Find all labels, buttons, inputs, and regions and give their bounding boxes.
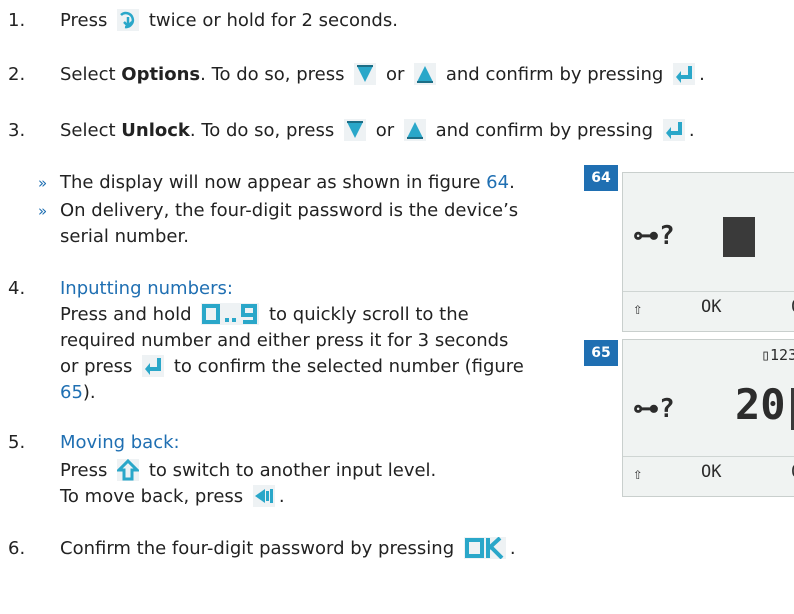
step-text: ). xyxy=(82,382,96,403)
step-text: To move back, press xyxy=(60,486,244,507)
step-text: Press xyxy=(60,460,108,481)
ok-key-icon xyxy=(463,536,506,560)
separator xyxy=(623,291,794,292)
key-password-symbol: ⊶? xyxy=(633,221,675,251)
step-number: 5. xyxy=(8,432,26,453)
step-text: to switch to another input level. xyxy=(148,460,437,481)
figure-link[interactable]: 65 xyxy=(60,382,83,403)
step-text: and confirm by pressing xyxy=(445,64,664,85)
step-text: . To do so, press xyxy=(200,64,345,85)
bullet-text: On delivery, the four-digit password is … xyxy=(60,200,519,221)
input-cursor xyxy=(723,217,755,257)
enter-key-icon xyxy=(662,119,685,141)
step-text: . xyxy=(278,486,285,507)
softkey-shift: ⇧ xyxy=(633,464,643,483)
softkey-ok: OK xyxy=(701,462,722,482)
step-heading: Moving back: xyxy=(60,432,180,453)
shift-key-icon xyxy=(115,458,141,481)
step-text: Press xyxy=(60,10,108,31)
step-number: 2. xyxy=(8,64,26,85)
lcd-display: ⊶? ⇧ OK 0 xyxy=(622,172,794,332)
step-number: 4. xyxy=(8,278,26,299)
step-number: 1. xyxy=(8,10,26,31)
separator xyxy=(623,456,794,457)
key-password-symbol: ⊶? xyxy=(633,394,675,424)
step-text: to quickly scroll to the xyxy=(269,304,469,325)
menu-option-name: Options xyxy=(121,64,201,85)
entered-digits: 20 xyxy=(735,380,786,429)
step-text: to confirm the selected number (figure xyxy=(173,356,524,377)
bullet-text: The display will now appear as shown in … xyxy=(60,172,481,193)
softkey-shift: ⇧ xyxy=(633,299,643,318)
step-text: Press and hold xyxy=(60,304,192,325)
down-key-icon xyxy=(343,119,366,141)
step-text: Confirm the four-digit password by press… xyxy=(60,538,455,559)
step-text: . xyxy=(509,538,516,559)
step-text: or xyxy=(385,64,405,85)
step-text: or press xyxy=(60,356,133,377)
figure-number: 65 xyxy=(584,340,618,366)
step-text: Select xyxy=(60,120,116,141)
digit-keys-icon xyxy=(201,303,260,325)
figure-number: 64 xyxy=(584,165,618,191)
enter-key-icon xyxy=(142,355,165,377)
bullet-text: . xyxy=(509,172,515,193)
step-heading: Inputting numbers: xyxy=(60,278,233,299)
step-text: Select xyxy=(60,64,116,85)
step-text: twice or hold for 2 seconds. xyxy=(148,10,398,31)
up-key-icon xyxy=(414,63,437,85)
step-text: and confirm by pressing xyxy=(435,120,654,141)
menu-option-name: Unlock xyxy=(121,120,190,141)
bullet-marker: » xyxy=(38,202,48,220)
down-key-icon xyxy=(354,63,377,85)
back-key-icon xyxy=(252,485,275,507)
step-number: 3. xyxy=(8,120,26,141)
step-number: 6. xyxy=(8,538,26,559)
enter-key-icon xyxy=(673,63,696,85)
bullet-marker: » xyxy=(38,174,48,192)
serial-indicator: ▯123 xyxy=(761,346,794,364)
step-text: or xyxy=(375,120,395,141)
step-text: required number and either press it for … xyxy=(60,330,509,351)
lcd-display: ▯123 ⊶? 20 ⇧ OK 0 xyxy=(622,339,794,497)
menu-key-icon xyxy=(117,9,140,31)
softkey-ok: OK xyxy=(701,297,722,317)
bullet-text: serial number. xyxy=(60,226,189,247)
step-text: . xyxy=(688,120,695,141)
up-key-icon xyxy=(403,119,426,141)
step-text: . To do so, press xyxy=(189,120,335,141)
step-text: . xyxy=(699,64,705,85)
figure-link[interactable]: 64 xyxy=(486,172,509,193)
